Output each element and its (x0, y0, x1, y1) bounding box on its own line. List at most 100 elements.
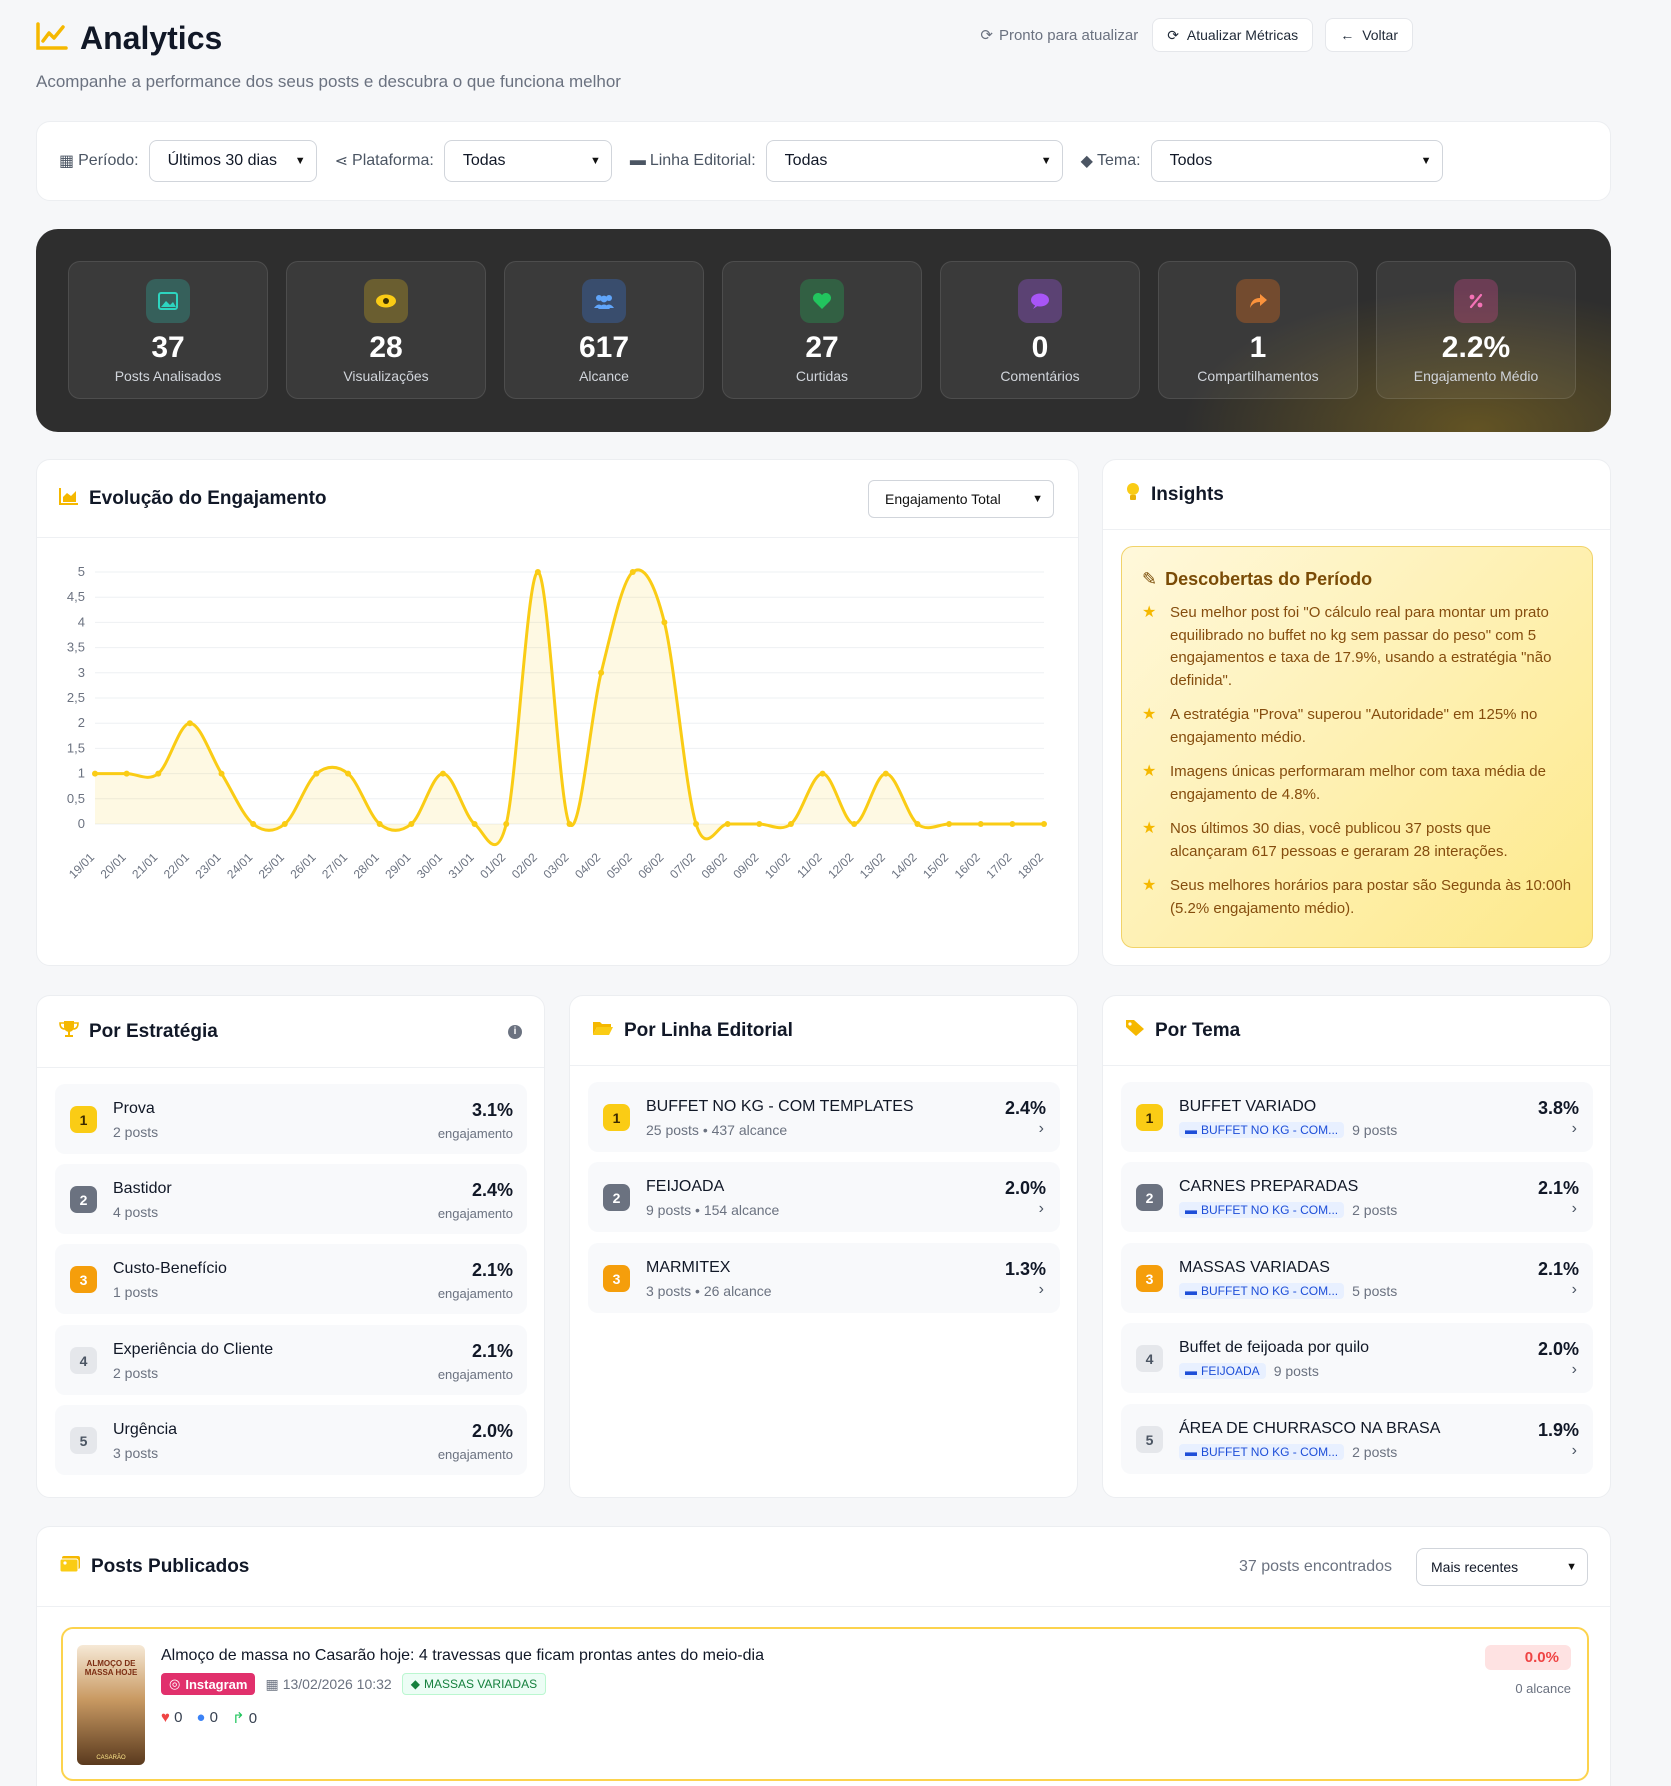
data-point (439, 770, 446, 777)
comment-icon (1018, 279, 1062, 323)
data-point (598, 669, 605, 676)
star-icon: ★ (1142, 877, 1157, 894)
data-point (503, 821, 510, 827)
data-point (313, 770, 320, 777)
theme-item[interactable]: 5 ÁREA DE CHURRASCO NA BRASA ▬ BUFFET NO KG… (1121, 1404, 1593, 1474)
y-tick-label: 4 (78, 614, 85, 629)
chevron-down-icon: ▼ (1040, 155, 1052, 167)
period-select[interactable]: Últimos 30 dias ▼ (148, 140, 317, 182)
editorial-line-tag: ▬ BUFFET NO KG - COM... (1179, 1122, 1345, 1138)
strategy-item[interactable]: 2 Bastidor 4 posts 2.4% engajamento (55, 1164, 527, 1234)
tag-icon: ◆ (1080, 153, 1093, 170)
editorial-line-item[interactable]: 2 FEIJOADA 9 posts • 154 alcance 2.0% › (588, 1162, 1060, 1232)
chart-metric-select[interactable]: Engajamento Total ▼ (868, 480, 1054, 518)
post-thumbnail[interactable]: ALMOÇO DE MASSA HOJE CASARÃO (77, 1645, 145, 1765)
y-tick-label: 5 (78, 564, 85, 579)
strategy-item[interactable]: 3 Custo-Benefício 1 posts 2.1% engajamento (55, 1244, 527, 1314)
page-header: Analytics (36, 20, 222, 57)
x-tick-label: 02/02 (509, 850, 540, 881)
post-date: ▦ 13/02/2026 10:32 (265, 1675, 392, 1693)
platform-select[interactable]: Todas ▼ (443, 140, 612, 182)
x-tick-label: 24/01 (224, 850, 255, 881)
refresh-metrics-button[interactable]: ⟳ Atualizar Métricas (1152, 18, 1314, 52)
lightbulb-icon (1125, 482, 1141, 507)
x-tick-label: 09/02 (730, 850, 761, 881)
post-item[interactable]: ALMOÇO DE MASSA HOJE CASARÃO Almoço de m… (61, 1627, 1589, 1781)
theme-item[interactable]: 2 CARNES PREPARADAS ▬ BUFFET NO KG - COM...… (1121, 1162, 1593, 1232)
x-tick-label: 08/02 (699, 850, 730, 881)
post-reach: 0 alcance (1515, 1681, 1571, 1696)
y-tick-label: 0,5 (67, 791, 85, 806)
insights-card: Insights ✎ Descobertas do Período ★ Seu me… (1102, 459, 1611, 966)
post-comments: ● 0 (196, 1709, 218, 1726)
editorial-line-tag: ▬ BUFFET NO KG - COM... (1179, 1444, 1345, 1460)
editorial-line-ranking-card: Por Linha Editorial 1 BUFFET NO KG - COM … (569, 995, 1078, 1498)
y-tick-label: 2 (78, 715, 85, 730)
area-chart-icon (59, 487, 79, 510)
editorial-line-filter-label: ▬ Linha Editorial: (629, 152, 756, 169)
x-tick-label: 04/02 (572, 850, 603, 881)
editorial-line-select[interactable]: Todas ▼ (765, 140, 1063, 182)
update-status: ⟳ Pronto para atualizar (980, 26, 1139, 45)
strategy-title: Por Estratégia (89, 1020, 218, 1042)
posts-title: Posts Publicados (91, 1555, 250, 1577)
insights-box: ✎ Descobertas do Período ★ Seu melhor post… (1121, 546, 1593, 948)
chevron-down-icon: ▼ (589, 155, 601, 167)
x-tick-label: 14/02 (888, 850, 919, 881)
insight-item: ★ Nos últimos 30 dias, você publicou 37 p… (1142, 818, 1572, 863)
editorial-line-item[interactable]: 1 BUFFET NO KG - COM TEMPLATES 25 posts • … (588, 1082, 1060, 1152)
x-tick-label: 12/02 (825, 850, 856, 881)
data-point (914, 821, 921, 827)
x-tick-label: 13/02 (857, 850, 888, 881)
heart-icon: ♥ (161, 1709, 170, 1726)
posts-sort-select[interactable]: Mais recentes ▼ (1416, 1547, 1588, 1586)
data-point (851, 821, 858, 827)
data-point (186, 720, 193, 727)
data-point (408, 821, 415, 827)
theme-item[interactable]: 1 BUFFET VARIADO ▬ BUFFET NO KG - COM... 9 p… (1121, 1082, 1593, 1152)
post-title[interactable]: Almoço de massa no Casarão hoje: 4 trave… (161, 1647, 764, 1665)
back-button[interactable]: ← Voltar (1325, 18, 1413, 52)
chevron-right-icon: › (1038, 1200, 1044, 1217)
images-icon (59, 1555, 81, 1578)
x-tick-label: 20/01 (98, 850, 129, 881)
chevron-down-icon: ▼ (1420, 155, 1432, 167)
data-point (92, 770, 98, 777)
folder-icon: ▬ (629, 152, 646, 169)
editorial-line-item[interactable]: 3 MARMITEX 3 posts • 26 alcance 1.3% › (588, 1243, 1060, 1313)
strategy-item[interactable]: 1 Prova 2 posts 3.1% engajamento (55, 1084, 527, 1154)
theme-filter-label: ◆ Tema: (1080, 152, 1141, 170)
data-point (566, 821, 573, 827)
chevron-down-icon: ▼ (1032, 493, 1043, 505)
period-filter-label: ▦ Período: (59, 152, 139, 170)
refresh-icon: ⟳ (980, 27, 993, 44)
chart-line-icon (36, 22, 68, 55)
info-icon[interactable]: i (508, 1024, 522, 1039)
data-point (123, 770, 130, 777)
insights-title: Insights (1151, 483, 1224, 505)
strategy-item[interactable]: 5 Urgência 3 posts 2.0% engajamento (55, 1405, 527, 1475)
theme-item[interactable]: 3 MASSAS VARIADAS ▬ BUFFET NO KG - COM... 5 … (1121, 1243, 1593, 1313)
post-shares: ↱ 0 (232, 1710, 258, 1727)
folder-icon: ▬ (1185, 1284, 1197, 1298)
page-subtitle: Acompanhe a performance dos seus posts e… (36, 72, 621, 91)
folder-icon: ▬ (1185, 1203, 1197, 1217)
folder-open-icon (592, 1020, 614, 1041)
insight-item: ★ A estratégia "Prova" superou "Autoridad… (1142, 704, 1572, 749)
data-point (281, 821, 288, 827)
users-icon (582, 279, 626, 323)
theme-item[interactable]: 4 Buffet de feijoada por quilo ▬ FEIJOADA 9 … (1121, 1323, 1593, 1393)
stat-avg-engagement: 2.2% Engajamento Médio (1376, 261, 1576, 399)
theme-ranking-card: Por Tema 1 BUFFET VARIADO ▬ BUFFET NO KG - … (1102, 995, 1611, 1498)
x-tick-label: 21/01 (129, 850, 160, 881)
strategy-item[interactable]: 4 Experiência do Cliente 2 posts 2.1% engaja… (55, 1325, 527, 1395)
theme-title: Por Tema (1155, 1019, 1241, 1041)
editorial-line-tag: ▬ BUFFET NO KG - COM... (1179, 1202, 1345, 1218)
x-tick-label: 17/02 (983, 850, 1014, 881)
data-point (819, 770, 826, 777)
stat-comments: 0 Comentários (940, 261, 1140, 399)
data-point (534, 569, 541, 575)
data-point (218, 770, 225, 777)
calendar-icon: ▦ (59, 153, 75, 170)
theme-select[interactable]: Todos ▼ (1150, 140, 1443, 182)
